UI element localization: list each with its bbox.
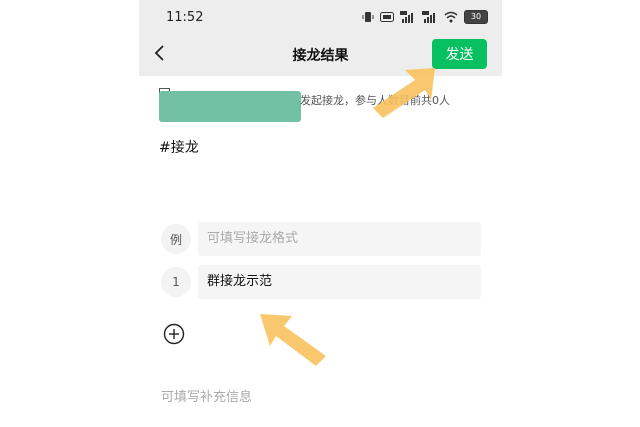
- send-button[interactable]: 发送: [432, 39, 487, 69]
- battery-icon: 30: [464, 10, 488, 24]
- signal-4g-icon: [422, 11, 435, 23]
- example-badge: 例: [161, 224, 191, 254]
- list-item: 1 群接龙示范: [161, 265, 481, 299]
- wifi-icon: [444, 11, 458, 23]
- status-bar: 11:52 30: [139, 0, 502, 33]
- vibrate-icon: [362, 12, 374, 22]
- supplement-input[interactable]: 可填写补充信息: [161, 386, 252, 405]
- redacted-name: [159, 91, 301, 122]
- info-text: 发起接龙，参与人数目前共0人: [300, 94, 450, 107]
- phone-screen: 11:52 30 接龙结果 发送 发起接龙，参与人数目前共0人 #接龙 例 可填…: [139, 0, 502, 427]
- solitaire-info: 发起接龙，参与人数目前共0人: [159, 88, 499, 122]
- entry-number: 1: [161, 267, 191, 297]
- example-row: 例 可填写接龙格式: [161, 222, 481, 256]
- entry-input[interactable]: 群接龙示范: [198, 265, 481, 299]
- signal-4g-icon: [400, 11, 413, 23]
- hd-icon: [380, 12, 394, 22]
- status-icons: 30: [362, 10, 488, 24]
- plus-circle-icon[interactable]: [163, 323, 185, 345]
- navigation-bar: 接龙结果 发送: [139, 33, 502, 76]
- status-time: 11:52: [166, 10, 204, 25]
- format-input[interactable]: 可填写接龙格式: [198, 222, 481, 256]
- hashtag-text[interactable]: #接龙: [159, 137, 199, 157]
